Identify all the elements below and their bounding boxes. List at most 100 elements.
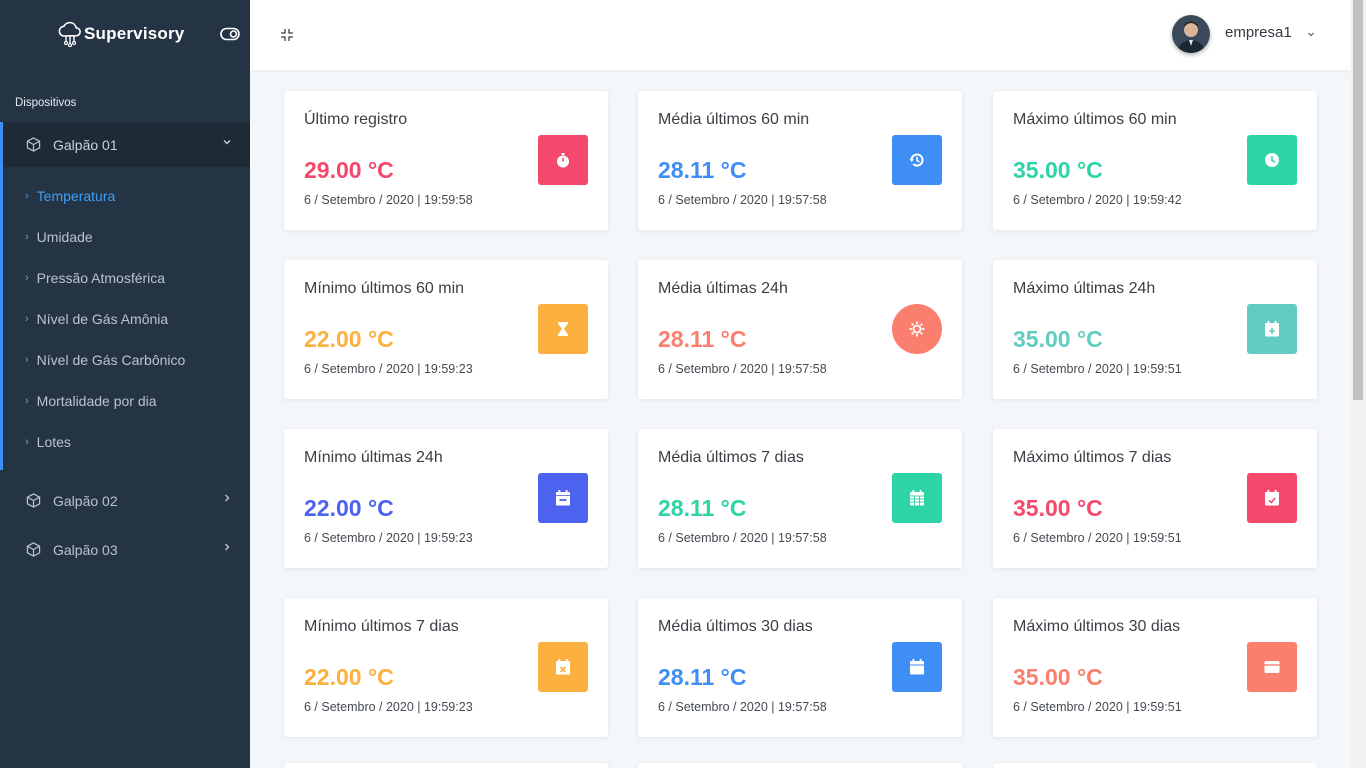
submenu-item-amonia[interactable]: › Nível de Gás Amônia — [3, 298, 250, 339]
card-title: Máximo últimos 7 dias — [1013, 449, 1172, 466]
card-title: Último registro — [304, 111, 408, 128]
card-title: Mínimo últimos 7 dias — [304, 618, 459, 635]
sun-icon — [892, 304, 942, 354]
submenu: › Temperatura › Umidade › Pressão Atmosféri… — [3, 167, 250, 470]
stat-card-maximo-7dias: Máximo últimos 7 dias 35.00 °C 6 / Setembr… — [993, 429, 1317, 568]
chevron-right-icon: › — [25, 353, 29, 366]
cloud-network-icon — [58, 21, 81, 47]
stat-card-maximo-60min: Máximo últimos 60 min 35.00 °C 6 / Setembr… — [993, 91, 1317, 230]
submenu-item-label: Nível de Gás Carbônico — [36, 351, 186, 368]
chevron-right-icon: › — [25, 394, 29, 407]
history-icon — [892, 135, 942, 185]
card-title: Máximo últimos 30 dias — [1013, 618, 1181, 635]
card-date: 6 / Setembro / 2020 | 19:59:42 — [1013, 193, 1182, 207]
card-date: 6 / Setembro / 2020 | 19:59:51 — [1013, 531, 1182, 545]
card-title: Média últimos 30 dias — [658, 618, 813, 635]
sidebar-group-label: Galpão 03 — [53, 541, 118, 558]
card-title: Máximo últimas 24h — [1013, 280, 1156, 297]
submenu-item-mortalidade[interactable]: › Mortalidade por dia — [3, 380, 250, 421]
submenu-item-pressao[interactable]: › Pressão Atmosférica — [3, 257, 250, 298]
stat-card-ultimo-registro: Último registro 29.00 °C 6 / Setembro / 20… — [284, 91, 608, 230]
sidebar: Supervisory Dispositivos Galpão 01 › Temp… — [0, 0, 250, 768]
clock-icon — [1247, 135, 1297, 185]
submenu-item-carbonico[interactable]: › Nível de Gás Carbônico — [3, 339, 250, 380]
stat-card-media-30dias: Média últimos 30 dias 28.11 °C 6 / Setembr… — [638, 598, 962, 737]
card-date: 6 / Setembro / 2020 | 19:57:58 — [658, 531, 827, 545]
stat-card-partial — [284, 763, 608, 768]
card-value: 28.11 °C — [658, 495, 747, 521]
brand-name: Supervisory — [84, 24, 185, 43]
card-date: 6 / Setembro / 2020 | 19:59:23 — [304, 362, 473, 376]
stat-card-partial — [993, 763, 1317, 768]
sidebar-group-header[interactable]: Galpão 02 — [0, 478, 250, 523]
stat-card-partial — [638, 763, 962, 768]
card-date: 6 / Setembro / 2020 | 19:59:51 — [1013, 362, 1182, 376]
cube-icon — [26, 137, 41, 152]
card-title: Mínimo últimos 60 min — [304, 280, 465, 297]
card-title: Média últimos 60 min — [658, 111, 810, 128]
hourglass-icon — [538, 304, 588, 354]
card-value: 22.00 °C — [304, 664, 394, 690]
card-value: 35.00 °C — [1013, 495, 1103, 521]
submenu-item-umidade[interactable]: › Umidade — [3, 216, 250, 257]
calendar-plus-icon — [1247, 304, 1297, 354]
stat-card-minimo-7dias: Mínimo últimos 7 dias 22.00 °C 6 / Setembr… — [284, 598, 608, 737]
card-date: 6 / Setembro / 2020 | 19:59:51 — [1013, 700, 1182, 714]
chevron-right-icon: › — [25, 230, 29, 243]
submenu-item-label: Mortalidade por dia — [36, 392, 157, 409]
stat-card-media-60min: Média últimos 60 min 28.11 °C 6 / Setembro… — [638, 91, 962, 230]
cube-icon — [26, 542, 41, 557]
chevron-down-icon — [223, 140, 231, 145]
card-value: 35.00 °C — [1013, 157, 1103, 183]
card-date: 6 / Setembro / 2020 | 19:57:58 — [658, 700, 827, 714]
chevron-right-icon: › — [25, 189, 29, 202]
card-value: 22.00 °C — [304, 495, 394, 521]
calendar-icon — [892, 642, 942, 692]
sidebar-group-label: Galpão 02 — [53, 492, 118, 509]
submenu-item-temperatura[interactable]: › Temperatura — [3, 175, 250, 216]
submenu-item-label: Pressão Atmosférica — [36, 269, 166, 286]
card-date: 6 / Setembro / 2020 | 19:57:58 — [658, 362, 827, 376]
submenu-item-lotes[interactable]: › Lotes — [3, 421, 250, 462]
card-title: Média últimas 24h — [658, 280, 788, 297]
calendar-check-icon — [1247, 473, 1297, 523]
chevron-right-icon: › — [25, 435, 29, 448]
sidebar-group-header[interactable]: Galpão 03 — [0, 527, 250, 572]
card-value: 35.00 °C — [1013, 326, 1103, 352]
card-date: 6 / Setembro / 2020 | 19:57:58 — [658, 193, 827, 207]
card-date: 6 / Setembro / 2020 | 19:59:23 — [304, 700, 473, 714]
chevron-down-icon[interactable] — [1307, 30, 1315, 38]
calendar-minus-icon — [538, 473, 588, 523]
user-avatar-icon — [1172, 15, 1210, 53]
submenu-item-label: Temperatura — [36, 187, 116, 204]
compress-icon[interactable] — [280, 28, 294, 42]
card-value: 28.11 °C — [658, 664, 747, 690]
card-value: 29.00 °C — [304, 157, 394, 183]
card-value: 35.00 °C — [1013, 664, 1103, 690]
avatar[interactable] — [1172, 15, 1210, 53]
submenu-item-label: Umidade — [36, 228, 93, 245]
submenu-item-label: Nível de Gás Amônia — [36, 310, 169, 327]
card-title: Mínimo últimas 24h — [304, 449, 443, 466]
sidebar-group-galpao-01: Galpão 01 › Temperatura › Umidade › Pressão… — [0, 122, 250, 470]
stat-card-minimo-24h: Mínimo últimas 24h 22.00 °C 6 / Setembro /… — [284, 429, 608, 568]
stopwatch-icon — [538, 135, 588, 185]
sidebar-group-label: Galpão 01 — [53, 136, 118, 153]
card-date: 6 / Setembro / 2020 | 19:59:23 — [304, 531, 473, 545]
section-label: Dispositivos — [15, 97, 77, 109]
card-title: Máximo últimos 60 min — [1013, 111, 1177, 128]
stat-card-media-24h: Média últimas 24h 28.11 °C 6 / Setembro / … — [638, 260, 962, 399]
sidebar-group-header[interactable]: Galpão 01 — [3, 122, 250, 167]
card-value: 28.11 °C — [658, 326, 747, 352]
card-value: 22.00 °C — [304, 326, 394, 352]
sidebar-group-galpao-02: Galpão 02 — [0, 478, 250, 523]
calendar-grid-icon — [892, 473, 942, 523]
sidebar-toggle-icon[interactable] — [220, 27, 240, 41]
scrollbar-thumb[interactable] — [1353, 0, 1363, 400]
calendar-blank-icon — [1247, 642, 1297, 692]
calendar-x-icon — [538, 642, 588, 692]
brand: Supervisory — [0, 0, 250, 70]
user-name[interactable]: empresa1 — [1225, 24, 1292, 41]
sidebar-group-galpao-03: Galpão 03 — [0, 527, 250, 572]
chevron-right-icon — [225, 543, 230, 551]
